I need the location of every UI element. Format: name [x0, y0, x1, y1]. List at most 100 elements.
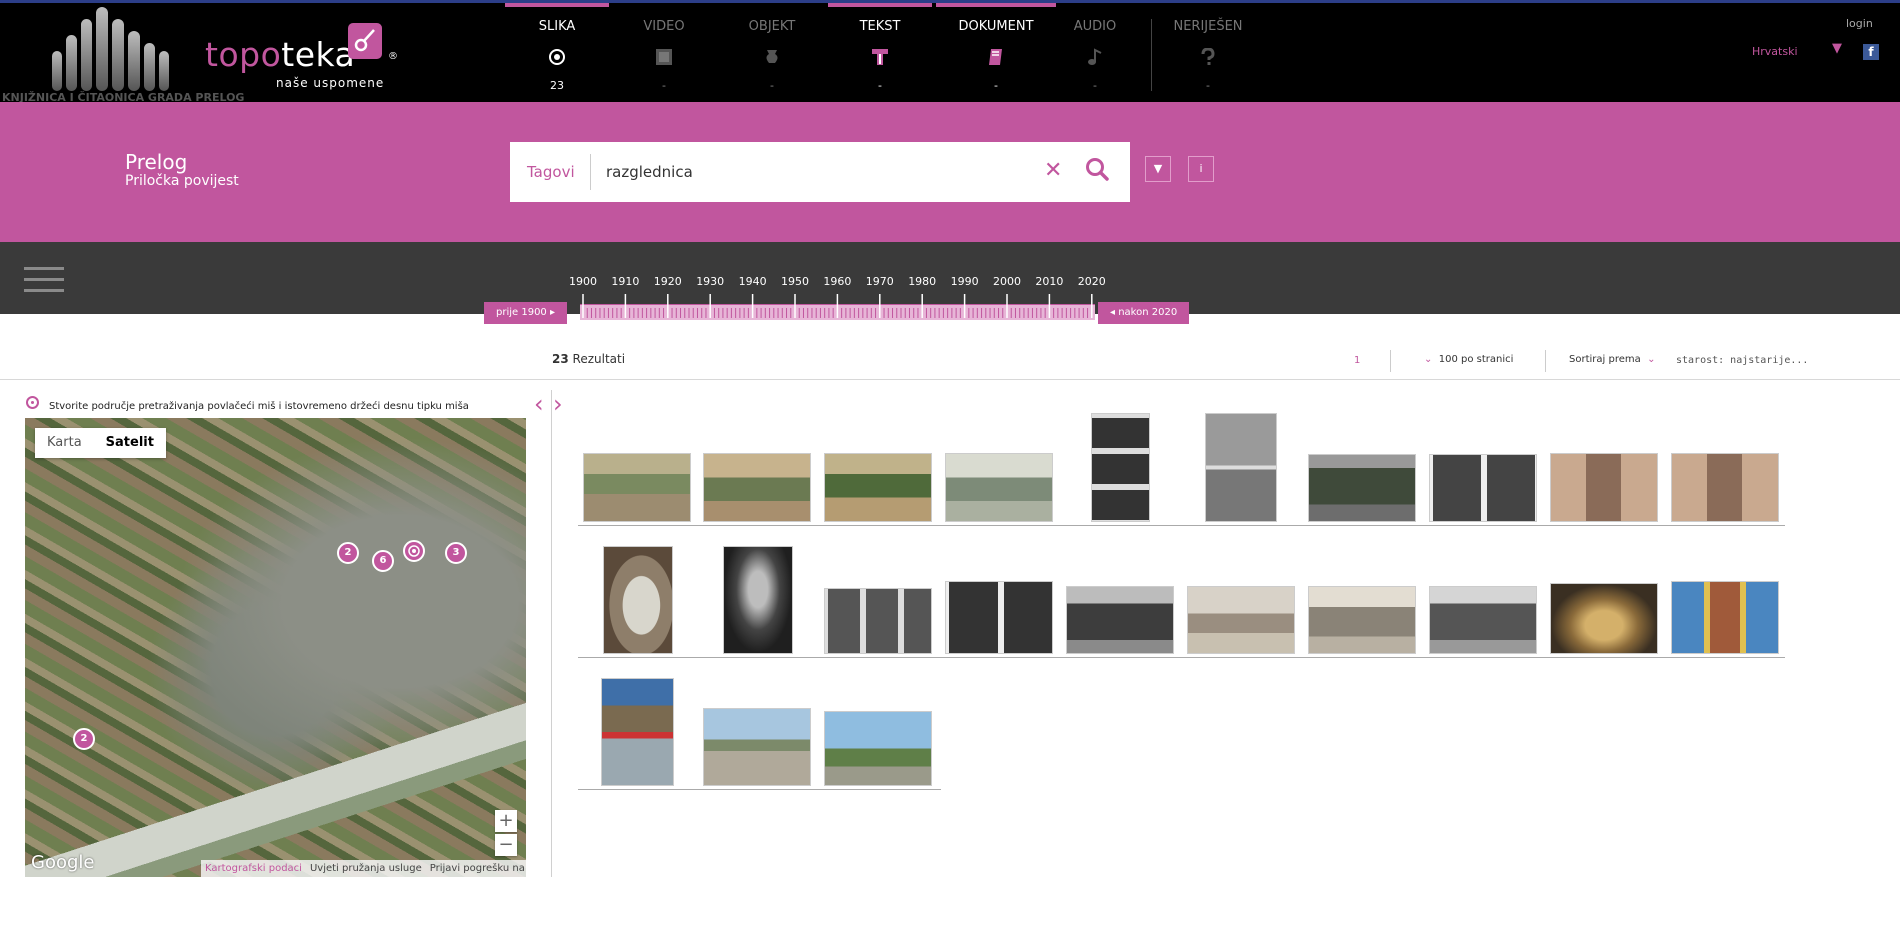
document-icon — [987, 48, 1005, 71]
result-thumbnail[interactable] — [583, 453, 691, 522]
map-footer: Kartografski podaci Uvjeti pružanja uslug… — [201, 860, 526, 877]
hamburger-menu-icon[interactable] — [24, 267, 64, 293]
top-navigation-bar: topoteka ® naše uspomene KNJIŽNICA I ČIT… — [0, 0, 1900, 105]
result-thumbnail[interactable] — [945, 581, 1053, 654]
timeline-year[interactable]: 1950 — [781, 275, 809, 288]
result-thumbnail[interactable] — [824, 588, 932, 654]
sort-value[interactable]: starost: najstarije... — [1676, 355, 1808, 366]
timeline-year[interactable]: 1980 — [908, 275, 936, 288]
google-logo: Google — [31, 852, 95, 873]
video-icon — [655, 48, 673, 71]
satellite-map[interactable]: Karta Satelit 2 6 3 2 + − Google Kartogr… — [25, 418, 526, 877]
results-divider — [0, 379, 1900, 380]
map-tab-satelit[interactable]: Satelit — [94, 428, 166, 458]
map-marker[interactable]: 2 — [73, 728, 95, 750]
chevron-down-icon: ⌄ — [1647, 354, 1656, 365]
map-tab-karta[interactable]: Karta — [35, 428, 94, 458]
row-divider — [578, 525, 1785, 526]
sort-selector[interactable]: Sortiraj prema ⌄ — [1569, 354, 1655, 365]
zoom-out-button[interactable]: − — [495, 834, 517, 856]
result-thumbnail[interactable] — [601, 678, 674, 786]
timeline-year[interactable]: 1940 — [739, 275, 767, 288]
map-marker[interactable]: 2 — [337, 542, 359, 564]
facebook-icon[interactable]: f — [1863, 44, 1879, 60]
tab-slika[interactable]: SLIKA 23 — [505, 3, 609, 105]
tab-nerijesen[interactable]: NERIJEŠEN - — [1156, 3, 1260, 105]
timeline-year[interactable]: 1930 — [696, 275, 724, 288]
result-thumbnail[interactable] — [1429, 586, 1537, 654]
question-icon — [1199, 47, 1217, 71]
page-number[interactable]: 1 — [1354, 355, 1360, 366]
result-thumbnail[interactable] — [603, 546, 673, 654]
result-thumbnail[interactable] — [1671, 581, 1779, 654]
result-thumbnail[interactable] — [1308, 586, 1416, 654]
timeline-before-button[interactable]: prije 1900 ▸ — [484, 302, 567, 324]
tab-audio[interactable]: AUDIO - — [1043, 3, 1147, 105]
map-marker[interactable]: 6 — [372, 550, 394, 572]
map-location-marker[interactable] — [403, 540, 425, 562]
vase-icon — [763, 48, 781, 71]
triangle-down-icon[interactable]: ▼ — [1832, 41, 1842, 56]
tab-divider — [1151, 19, 1152, 91]
search-input[interactable] — [606, 156, 1026, 188]
clear-icon[interactable]: ✕ — [1044, 158, 1062, 183]
tab-objekt[interactable]: OBJEKT - — [720, 3, 824, 105]
result-thumbnail[interactable] — [1429, 454, 1537, 522]
timeline-year[interactable]: 1960 — [823, 275, 851, 288]
text-icon — [871, 48, 889, 71]
search-icon[interactable] — [1084, 156, 1114, 186]
login-link[interactable]: login — [1846, 17, 1873, 30]
result-thumbnail[interactable] — [1091, 413, 1150, 522]
chevron-left-icon[interactable]: ‹ — [534, 392, 544, 416]
library-logo[interactable] — [52, 7, 192, 91]
search-options-button[interactable]: ▼ — [1145, 156, 1171, 182]
timeline-year[interactable]: 1900 — [569, 275, 597, 288]
topoteka-icon — [348, 23, 382, 59]
tab-tekst[interactable]: TEKST - — [828, 3, 932, 105]
tab-dokument[interactable]: DOKUMENT - — [936, 3, 1056, 105]
results-separator — [1390, 350, 1391, 372]
result-thumbnail[interactable] — [1308, 454, 1416, 522]
timeline-year[interactable]: 2010 — [1035, 275, 1063, 288]
timeline-year[interactable]: 1970 — [866, 275, 894, 288]
panel-divider — [551, 390, 552, 877]
result-thumbnail[interactable] — [1671, 453, 1779, 522]
result-thumbnail[interactable] — [945, 453, 1053, 522]
results-separator — [1545, 350, 1546, 372]
search-type-selector[interactable]: Tagovi — [527, 163, 575, 181]
chevron-right-icon[interactable]: › — [553, 392, 563, 416]
timeline-year[interactable]: 1920 — [654, 275, 682, 288]
result-thumbnail[interactable] — [703, 453, 811, 522]
tab-video[interactable]: VIDEO - — [612, 3, 716, 105]
search-info-button[interactable]: i — [1188, 156, 1214, 182]
result-thumbnail[interactable] — [1550, 453, 1658, 522]
results-count: 23 Rezultati — [552, 352, 626, 366]
map-type-tabs: Karta Satelit — [35, 428, 166, 458]
result-thumbnail[interactable] — [1066, 586, 1174, 654]
per-page-selector[interactable]: ⌄ 100 po stranici — [1424, 354, 1513, 365]
chevron-down-icon: ⌄ — [1424, 354, 1433, 365]
target-icon — [26, 396, 39, 409]
image-circle-icon — [548, 48, 566, 71]
terms-link[interactable]: Uvjeti pružanja usluge — [306, 863, 426, 874]
map-marker[interactable]: 3 — [445, 542, 467, 564]
result-thumbnail[interactable] — [1187, 586, 1295, 654]
language-selector[interactable]: Hrvatski — [1752, 45, 1798, 58]
timeline-year[interactable]: 1990 — [951, 275, 979, 288]
result-thumbnail[interactable] — [824, 453, 932, 522]
zoom-in-button[interactable]: + — [495, 810, 517, 832]
map-data-link[interactable]: Kartografski podaci — [201, 863, 306, 874]
topoteka-logo[interactable]: topoteka — [205, 35, 355, 74]
result-thumbnail[interactable] — [703, 708, 811, 786]
timeline-year[interactable]: 2000 — [993, 275, 1021, 288]
timeline-year[interactable]: 2020 — [1078, 275, 1106, 288]
timeline-year[interactable]: 1910 — [611, 275, 639, 288]
result-thumbnail[interactable] — [824, 711, 932, 786]
report-error-link[interactable]: Prijavi pogrešku na karti — [426, 863, 526, 874]
result-thumbnail[interactable] — [1205, 413, 1277, 522]
timeline-after-button[interactable]: ◂ nakon 2020 — [1098, 302, 1190, 324]
result-thumbnail[interactable] — [1550, 583, 1658, 654]
result-thumbnail[interactable] — [723, 546, 793, 654]
map-hint: Stvorite područje pretraživanja povlačeć… — [49, 401, 469, 412]
row-divider — [578, 657, 1785, 658]
